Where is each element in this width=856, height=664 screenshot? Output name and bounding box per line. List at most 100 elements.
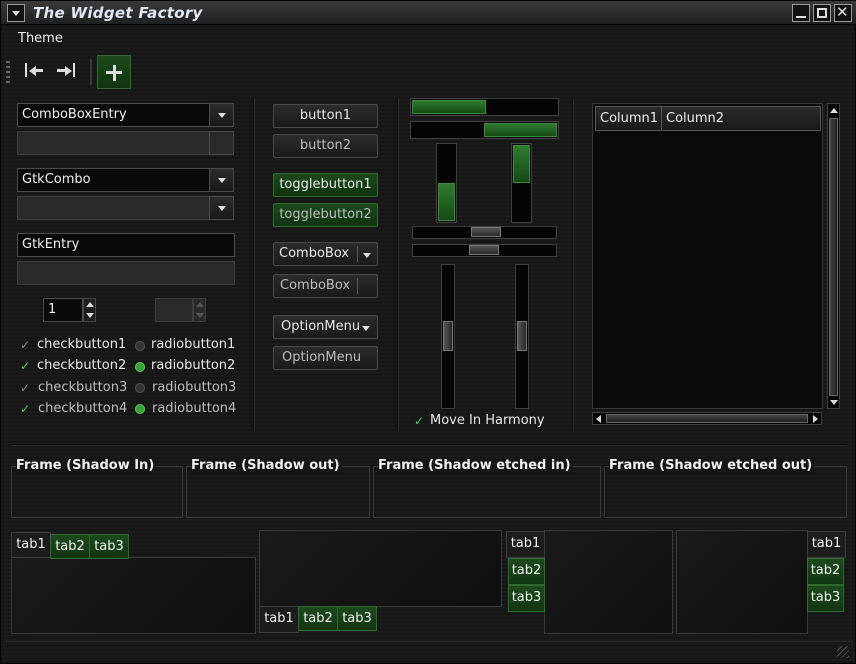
button1[interactable]: button1 <box>273 104 378 128</box>
move-in-harmony-check-icon[interactable]: ✓ <box>414 414 424 428</box>
go-first-icon[interactable] <box>23 60 47 82</box>
checkbutton3-label: checkbutton3 <box>38 380 128 395</box>
separator-2 <box>397 98 399 431</box>
notebook-left-tab3[interactable]: tab3 <box>508 585 545 612</box>
go-last-icon[interactable] <box>55 60 79 82</box>
tree-column1-header[interactable]: Column1 <box>595 106 663 131</box>
main-window: The Widget Factory ✕ Theme ComboBoxEntry… <box>0 0 856 664</box>
add-button[interactable] <box>97 55 131 89</box>
scroll-left-icon <box>596 415 601 423</box>
separator-1 <box>253 98 255 431</box>
spin-up-icon <box>86 302 94 307</box>
scroll-right-icon <box>813 415 818 423</box>
vscale-1[interactable] <box>441 264 455 409</box>
checkbutton4-label: checkbutton4 <box>38 401 128 416</box>
tree-vscrollbar[interactable] <box>827 103 840 409</box>
status-bar <box>5 641 853 661</box>
hscale-2-handle[interactable] <box>469 245 499 255</box>
combo-box-entry[interactable]: ComboBoxEntry <box>17 103 210 127</box>
frame-shadow-etched-out-title: Frame (Shadow etched out) <box>609 458 815 473</box>
maximize-icon[interactable] <box>813 4 831 22</box>
checkbutton2-label[interactable]: checkbutton2 <box>37 358 126 373</box>
notebook-left-panel <box>544 530 673 634</box>
move-in-harmony-label[interactable]: Move In Harmony <box>430 413 545 428</box>
notebook-top-tab3[interactable]: tab3 <box>89 534 129 559</box>
vscale-1-handle[interactable] <box>443 321 453 351</box>
tree-hscrollbar[interactable] <box>592 412 822 425</box>
checkbutton1-label[interactable]: checkbutton1 <box>37 337 126 352</box>
radiobutton1-radio[interactable] <box>135 341 145 351</box>
radiobutton4-label: radiobutton4 <box>152 401 237 416</box>
tree-column2-header[interactable]: Column2 <box>661 106 821 131</box>
radiobutton1-label[interactable]: radiobutton1 <box>151 337 235 352</box>
optionmenu1-arrow-icon <box>362 326 370 331</box>
spin-button[interactable]: 1 <box>43 298 83 322</box>
combo-box-entry-dropdown[interactable] <box>209 103 234 127</box>
tree-view[interactable]: Column1 Column2 <box>592 103 823 409</box>
spin-down-icon <box>86 313 94 318</box>
notebook-bottom-tab1[interactable]: tab1 <box>259 606 299 633</box>
combobox1-arrow-icon <box>363 253 371 258</box>
hscale-1-handle[interactable] <box>471 227 501 237</box>
frame-shadow-etched-out <box>604 466 847 518</box>
scroll-up-icon <box>830 108 838 113</box>
horizontal-separator <box>11 444 847 446</box>
radiobutton2-radio[interactable] <box>135 362 145 372</box>
hscale-1[interactable] <box>412 226 557 239</box>
hscale-2[interactable] <box>412 244 557 257</box>
radiobutton3-radio <box>135 383 145 393</box>
combo-box-entry-disabled-dropdown <box>209 131 234 155</box>
checkbutton4-check-icon: ✓ <box>20 402 31 416</box>
notebook-right-tab3[interactable]: tab3 <box>807 585 844 612</box>
window-menu-icon[interactable] <box>7 4 25 22</box>
toolbar <box>1 55 856 89</box>
notebook-top-tab2[interactable]: tab2 <box>50 534 90 559</box>
tree-vscrollbar-thumb[interactable] <box>829 118 838 396</box>
tree-hscrollbar-thumb[interactable] <box>606 414 808 423</box>
spin-button-disabled <box>155 298 193 322</box>
optionmenu1[interactable]: OptionMenu <box>273 315 378 339</box>
checkbutton1-check-icon[interactable]: ✓ <box>20 338 30 352</box>
optionmenu2: OptionMenu <box>273 346 378 370</box>
optionmenu2-label: OptionMenu <box>282 350 362 365</box>
frame-shadow-out <box>186 466 370 518</box>
radiobutton4-radio <box>135 404 145 414</box>
vscale-2[interactable] <box>515 264 529 409</box>
notebook-top-tab1[interactable]: tab1 <box>11 532 51 558</box>
notebook-right-panel <box>676 530 808 634</box>
scroll-down-icon <box>830 400 838 405</box>
checkbutton3-check-icon: ✓ <box>20 381 31 395</box>
combo-box-entry-disabled <box>17 131 210 155</box>
radiobutton2-label[interactable]: radiobutton2 <box>151 358 235 373</box>
notebook-bottom-tab3[interactable]: tab3 <box>337 606 377 631</box>
optionmenu1-label: OptionMenu <box>281 319 361 334</box>
frame-shadow-out-title: Frame (Shadow out) <box>191 458 342 473</box>
close-icon[interactable]: ✕ <box>834 3 852 22</box>
notebook-bottom-tab2[interactable]: tab2 <box>298 606 338 631</box>
spin-button-arrows[interactable] <box>83 298 96 322</box>
minimize-icon[interactable] <box>792 4 810 22</box>
combobox1[interactable]: ComboBox <box>273 242 378 266</box>
vscale-2-handle[interactable] <box>517 321 527 351</box>
togglebutton2: togglebutton2 <box>273 203 378 227</box>
gtk-combo[interactable]: GtkCombo <box>17 168 210 192</box>
notebook-right-tab1[interactable]: tab1 <box>807 531 846 558</box>
notebook-right-tab2[interactable]: tab2 <box>807 558 844 585</box>
notebook-left-tab1[interactable]: tab1 <box>506 531 545 558</box>
gtk-combo-dropdown[interactable] <box>209 168 234 192</box>
button2: button2 <box>273 134 378 158</box>
checkbutton2-check-icon[interactable]: ✓ <box>20 359 30 373</box>
notebook-bottom-panel <box>259 530 502 607</box>
notebook-left-tab2[interactable]: tab2 <box>508 558 545 585</box>
menu-theme[interactable]: Theme <box>18 31 63 46</box>
frame-shadow-in <box>11 466 183 518</box>
notebook-top-panel <box>11 557 256 634</box>
resize-grip-icon[interactable] <box>837 646 849 658</box>
frame-shadow-etched-in-title: Frame (Shadow etched in) <box>378 458 573 473</box>
gtk-entry[interactable]: GtkEntry <box>17 233 235 257</box>
combobox1-label: ComboBox <box>279 246 350 261</box>
toolbar-grip[interactable] <box>6 61 10 83</box>
togglebutton1[interactable]: togglebutton1 <box>273 173 378 197</box>
title-bar[interactable]: The Widget Factory ✕ <box>1 1 856 25</box>
radiobutton3-label: radiobutton3 <box>152 380 237 395</box>
